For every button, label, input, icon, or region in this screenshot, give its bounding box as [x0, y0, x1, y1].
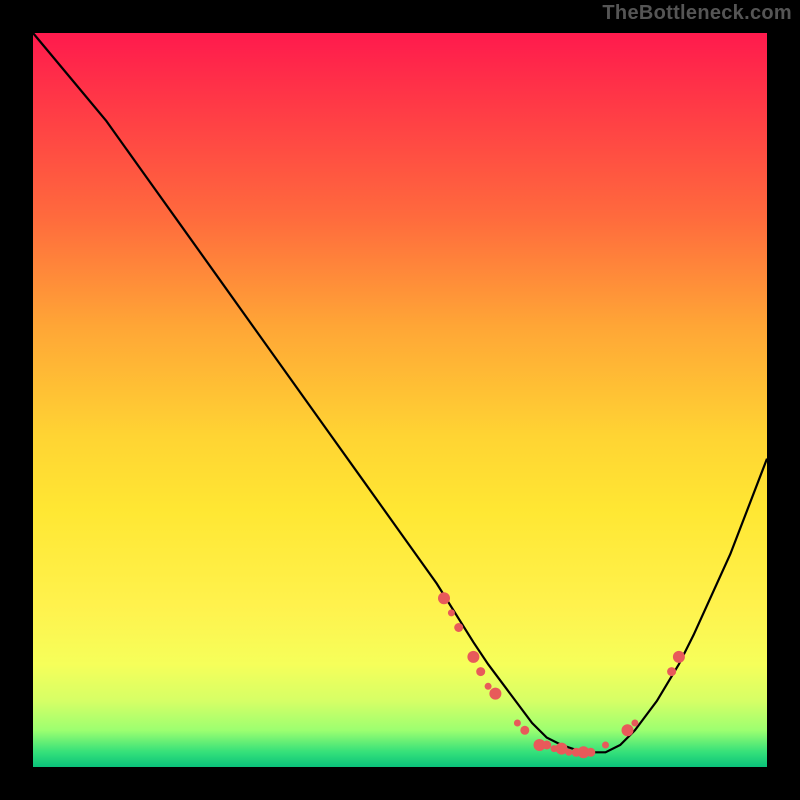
- data-point: [667, 667, 676, 676]
- data-points: [438, 592, 685, 758]
- data-point: [542, 741, 551, 750]
- data-point: [454, 623, 463, 632]
- data-point: [622, 724, 634, 736]
- data-point: [520, 726, 529, 735]
- data-point: [438, 592, 450, 604]
- plot-area: [33, 33, 767, 767]
- data-point: [673, 651, 685, 663]
- data-point: [514, 720, 521, 727]
- watermark-text: TheBottleneck.com: [602, 2, 792, 25]
- data-point: [631, 720, 638, 727]
- bottleneck-curve: [33, 33, 767, 752]
- data-point: [602, 742, 609, 749]
- chart-svg: [33, 33, 767, 767]
- chart-frame: TheBottleneck.com: [0, 0, 800, 800]
- data-point: [448, 609, 455, 616]
- data-point: [489, 688, 501, 700]
- data-point: [476, 667, 485, 676]
- data-point: [467, 651, 479, 663]
- data-point: [565, 749, 572, 756]
- data-point: [586, 748, 595, 757]
- data-point: [485, 683, 492, 690]
